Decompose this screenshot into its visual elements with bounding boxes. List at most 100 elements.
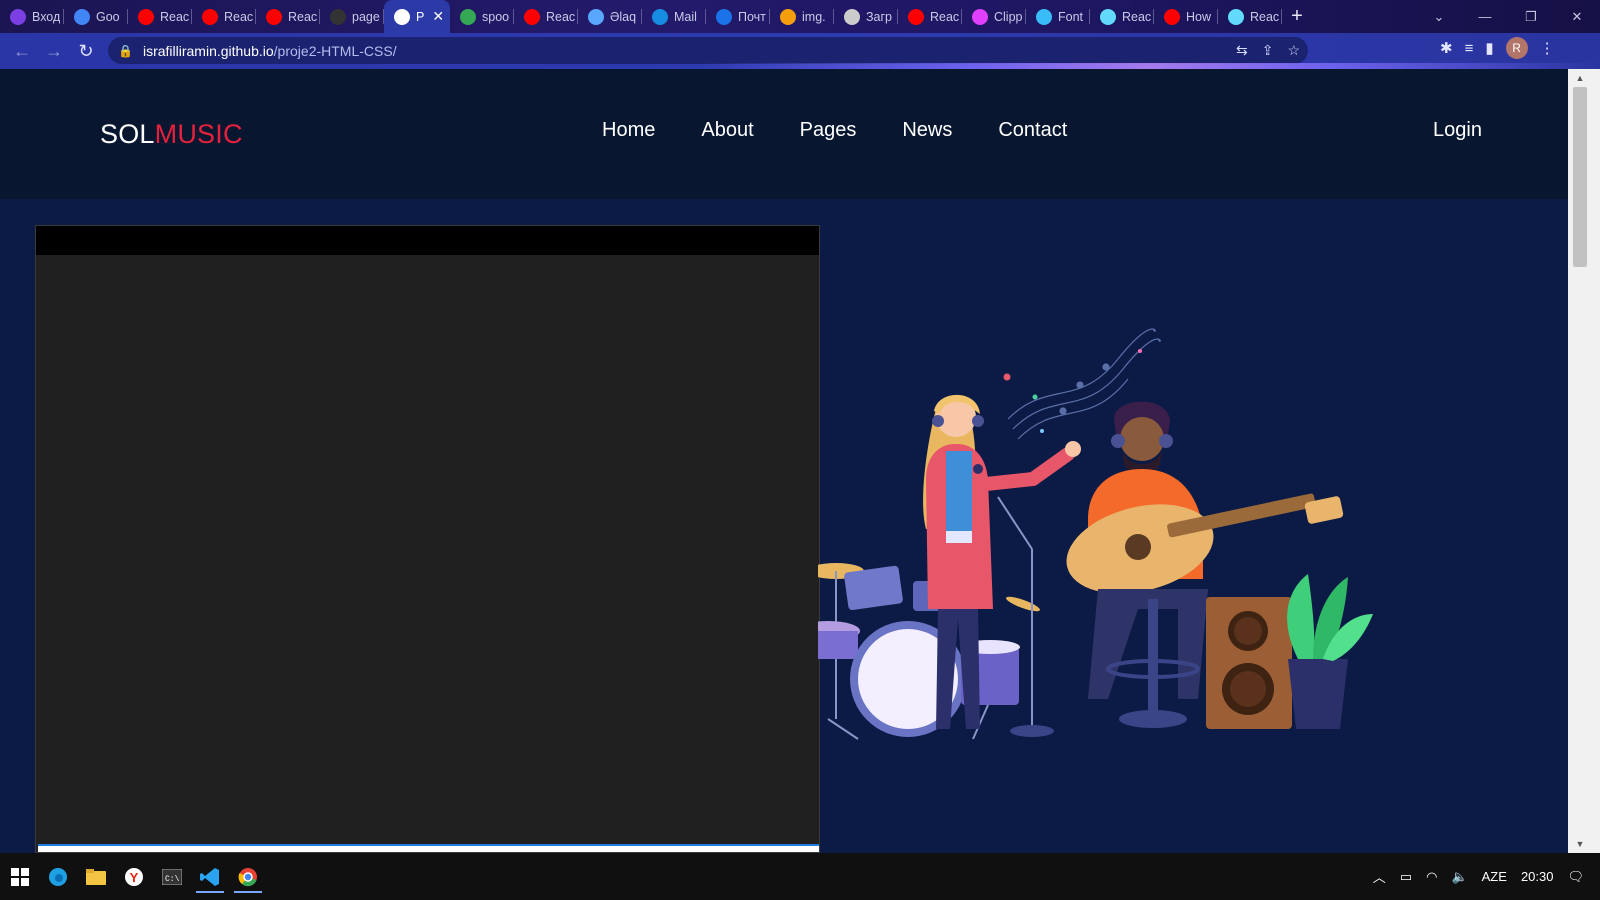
bookmark-star-icon[interactable]: ☆: [1287, 42, 1300, 59]
scroll-down-arrow-icon[interactable]: ▼: [1572, 839, 1588, 849]
windows-start-icon[interactable]: [2, 860, 38, 893]
url-text[interactable]: israfilliramin.github.io/proje2-HTML-CSS…: [143, 43, 397, 59]
close-window-icon[interactable]: ✕: [1554, 9, 1600, 25]
nav-link-about[interactable]: About: [701, 119, 753, 142]
tailwind-icon: [1036, 8, 1052, 25]
youtube-icon: [266, 8, 282, 25]
browser-tab[interactable]: P ✕: [384, 0, 450, 33]
tab-search-icon[interactable]: ⌄: [1416, 9, 1462, 25]
login-link[interactable]: Login: [1433, 119, 1482, 142]
extension-icons: ✱ ≡ ▮ R ⋮: [1440, 37, 1555, 59]
restore-icon[interactable]: ❐: [1508, 9, 1554, 25]
browser-tab[interactable]: Вход: [0, 0, 64, 33]
react-icon: [1100, 8, 1116, 25]
tab-label: img.: [802, 9, 826, 24]
browser-tab[interactable]: Reac: [192, 0, 256, 33]
tab-label: Reac: [160, 9, 190, 24]
nav-link-pages[interactable]: Pages: [800, 119, 857, 142]
browser-tab[interactable]: Goo: [64, 0, 128, 33]
tab-list: Вход Goo Reac Reac Reac page P ✕ spoo Reac Əlaq Mai…: [0, 0, 1282, 33]
video-progress-bar[interactable]: [38, 844, 819, 852]
side-panel-icon[interactable]: ▮: [1485, 39, 1493, 57]
tab-label: Вход: [32, 9, 61, 24]
volume-icon[interactable]: 🔈: [1451, 869, 1467, 885]
translate-icon[interactable]: ⇆: [1236, 42, 1248, 59]
tab-label: Font: [1058, 9, 1084, 24]
edge-browser-icon[interactable]: [40, 860, 76, 893]
close-tab-icon[interactable]: ✕: [432, 8, 444, 25]
svg-text:C:\: C:\: [165, 875, 180, 884]
note-dot-red: [1003, 373, 1011, 381]
scroll-up-arrow-icon[interactable]: ▲: [1572, 73, 1588, 83]
browser-tab[interactable]: Əlaq: [578, 0, 642, 33]
tab-label: Reac: [288, 9, 318, 24]
page-scrollbar[interactable]: ▲ ▼: [1568, 69, 1600, 853]
tab-label: P: [416, 9, 425, 24]
window-controls: ⌄ — ❐ ✕: [1416, 0, 1600, 33]
file-explorer-icon[interactable]: [78, 860, 114, 893]
address-bar[interactable]: 🔒 israfilliramin.github.io/proje2-HTML-C…: [108, 37, 1308, 64]
web-page: SOLMUSIC Home About Pages News Contact L…: [0, 69, 1568, 853]
mail-at-icon: [652, 8, 668, 25]
nav-link-news[interactable]: News: [902, 119, 952, 142]
share-icon[interactable]: ⇪: [1262, 42, 1274, 59]
tab-label: Reac: [1122, 9, 1152, 24]
browser-tab[interactable]: Reac: [514, 0, 578, 33]
tab-label: Reac: [546, 9, 576, 24]
tab-label: Mail: [674, 9, 697, 24]
yandex-browser-icon[interactable]: Y: [116, 860, 152, 893]
browser-tab[interactable]: page: [320, 0, 384, 33]
browser-tab[interactable]: Reac: [256, 0, 320, 33]
nav-link-contact[interactable]: Contact: [998, 119, 1067, 142]
browser-tab[interactable]: Reac: [128, 0, 192, 33]
profile-avatar[interactable]: R: [1505, 37, 1528, 59]
plant-illustration: [1287, 574, 1373, 729]
svg-text:Y: Y: [130, 870, 139, 885]
media-queue-icon[interactable]: ≡: [1465, 40, 1474, 57]
nav-link-home[interactable]: Home: [602, 119, 655, 142]
tab-label: Почт: [738, 9, 766, 24]
browser-tab[interactable]: Почт: [706, 0, 770, 33]
browser-tab[interactable]: Clipp: [962, 0, 1026, 33]
browser-tab[interactable]: spoo: [450, 0, 514, 33]
notifications-icon[interactable]: 🗨: [1567, 869, 1584, 885]
google-icon: [460, 8, 476, 25]
chrome-icon[interactable]: [230, 860, 266, 893]
browser-tab[interactable]: Reac: [1218, 0, 1282, 33]
note-dot-green: [1032, 394, 1038, 400]
extensions-puzzle-icon[interactable]: ✱: [1440, 39, 1453, 57]
back-icon[interactable]: ←: [6, 35, 38, 67]
tray-expand-chevron-icon[interactable]: ︿: [1373, 867, 1386, 886]
terminal-icon[interactable]: C:\: [154, 860, 190, 893]
battery-icon[interactable]: ▭: [1400, 869, 1412, 885]
clippy-icon: [972, 8, 988, 25]
reload-icon[interactable]: ↻: [70, 35, 102, 67]
tab-label: page: [352, 9, 380, 24]
video-embed[interactable]: [35, 225, 820, 853]
youtube-icon: [138, 8, 154, 25]
site-logo[interactable]: SOLMUSIC: [100, 119, 243, 150]
minimize-icon[interactable]: —: [1462, 9, 1508, 24]
scrollbar-thumb[interactable]: [1573, 87, 1587, 267]
tab-label: Clipp: [994, 9, 1023, 24]
browser-tab[interactable]: How: [1154, 0, 1218, 33]
browser-tab[interactable]: Reac: [1090, 0, 1154, 33]
browser-tab[interactable]: Загр: [834, 0, 898, 33]
feather-icon: [588, 8, 604, 25]
forward-icon[interactable]: →: [38, 35, 70, 67]
language-indicator[interactable]: AZE: [1482, 869, 1507, 884]
browser-tab[interactable]: Reac: [898, 0, 962, 33]
youtube-icon: [1164, 8, 1180, 25]
vscode-icon[interactable]: [192, 860, 228, 893]
clock[interactable]: 20:30: [1521, 869, 1554, 884]
tab-label: spoo: [482, 9, 510, 24]
new-tab-button[interactable]: +: [1282, 0, 1312, 33]
browser-tab[interactable]: img.: [770, 0, 834, 33]
browser-tab[interactable]: Mail: [642, 0, 706, 33]
browser-tab[interactable]: Font: [1026, 0, 1090, 33]
tab-label: How: [1186, 9, 1212, 24]
lock-icon[interactable]: 🔒: [118, 44, 133, 58]
wifi-icon[interactable]: ◠: [1426, 869, 1437, 885]
menu-kebab-icon[interactable]: ⋮: [1540, 39, 1555, 57]
tab-label: Загр: [866, 9, 893, 24]
